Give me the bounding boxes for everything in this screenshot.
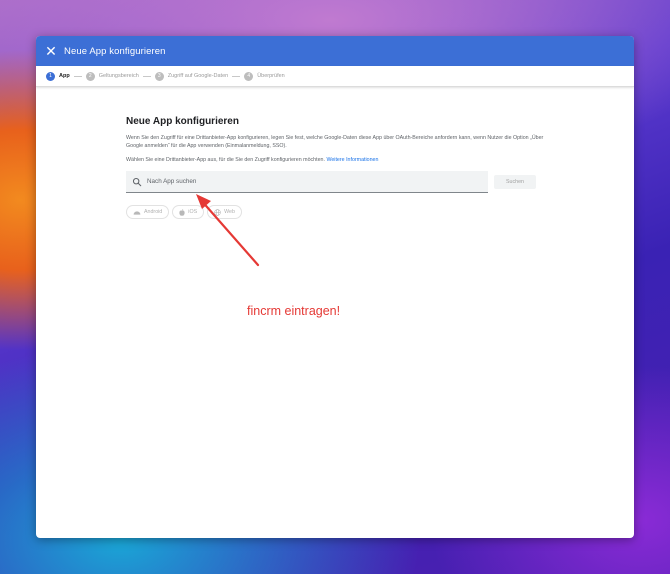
annotation-text: fincrm eintragen! — [247, 304, 341, 318]
annotation-arrow — [196, 194, 260, 267]
dialog-window: ✕ Neue App konfigurieren 1 App 2 Geltung… — [36, 36, 634, 538]
